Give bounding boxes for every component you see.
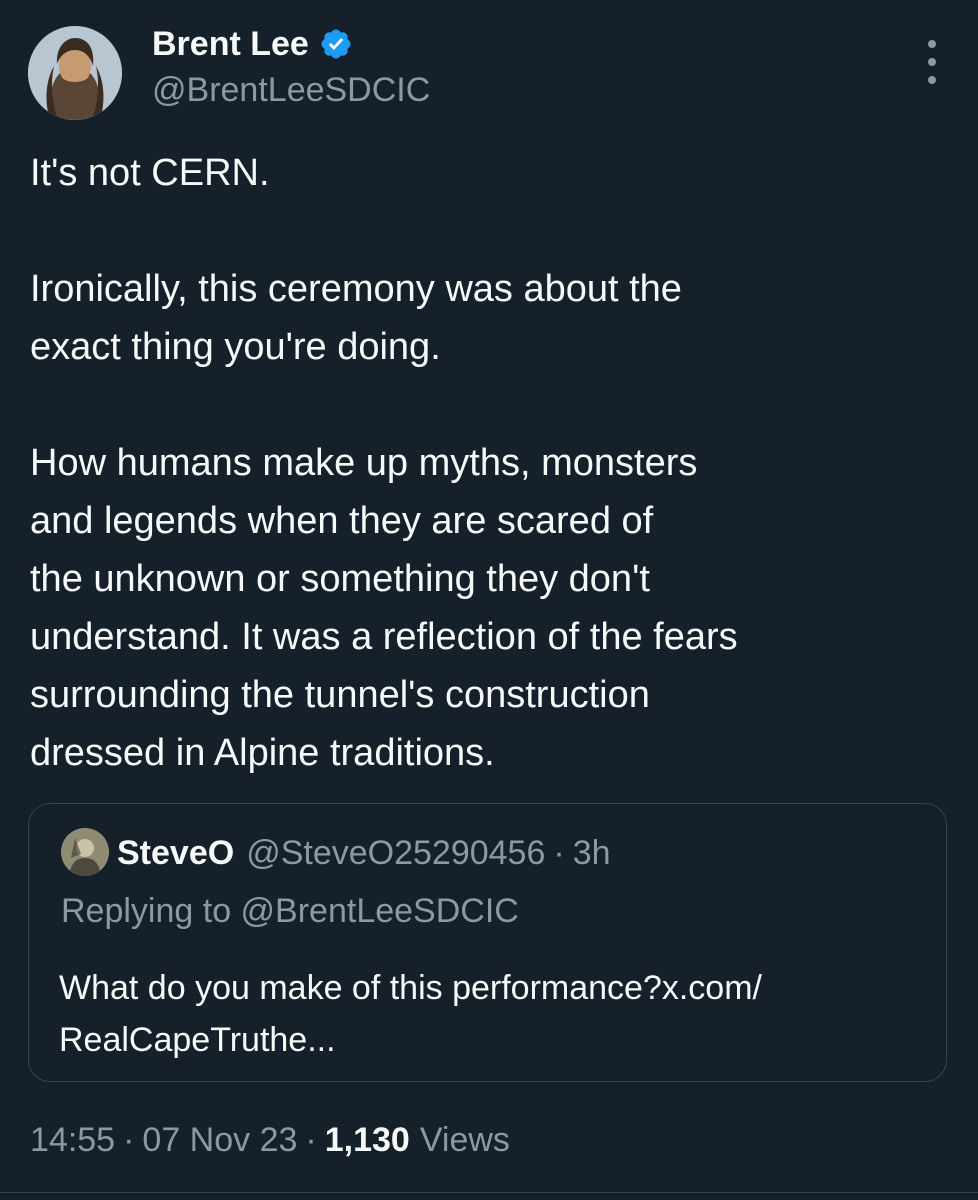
more-dot (928, 76, 936, 84)
avatar-portrait-image (28, 26, 122, 120)
tweet-text: It's not CERN. Ironically, this ceremony… (30, 144, 950, 782)
views-label[interactable]: Views (420, 1118, 510, 1162)
tweet-paragraph: It's not CERN. (30, 152, 270, 194)
divider (0, 1192, 978, 1193)
quoted-tweet-time[interactable]: 3h (573, 832, 611, 874)
tweet-time[interactable]: 14:55 (30, 1118, 115, 1162)
quoted-tweet-header: SteveO @SteveO25290456 · 3h (117, 832, 611, 874)
more-options-icon[interactable] (912, 40, 952, 84)
quoted-tweet-text: What do you make of this performance?x.c… (59, 969, 762, 1059)
tweet-detail: Brent Lee @BrentLeeSDCIC It's not CERN. … (0, 0, 978, 1200)
tweet-meta: 14:55 · 07 Nov 23 · 1,130 Views (30, 1118, 510, 1162)
author-avatar[interactable] (28, 26, 122, 120)
quoted-author-handle[interactable]: @SteveO25290456 (246, 832, 545, 874)
more-dot (928, 40, 936, 48)
author-handle[interactable]: @BrentLeeSDCIC (152, 70, 430, 110)
quoted-avatar-image (61, 828, 109, 876)
verified-badge-icon (321, 29, 351, 59)
tweet-paragraph: How humans make up myths, monsters and l… (30, 442, 738, 774)
separator-dot: · (305, 1121, 317, 1159)
tweet-paragraph: Ironically, this ceremony was about the … (30, 268, 682, 368)
separator-dot: · (553, 834, 565, 872)
author-name[interactable]: Brent Lee (152, 24, 353, 64)
views-count[interactable]: 1,130 (325, 1118, 410, 1162)
quoted-author-avatar[interactable] (61, 828, 109, 876)
quoted-author-name[interactable]: SteveO (117, 832, 234, 874)
author-name-text: Brent Lee (152, 25, 309, 63)
quoted-tweet-card[interactable]: SteveO @SteveO25290456 · 3h Replying to … (28, 803, 947, 1082)
tweet-date[interactable]: 07 Nov 23 (142, 1118, 297, 1162)
separator-dot: · (123, 1121, 135, 1159)
replying-to-label: Replying to @BrentLeeSDCIC (61, 892, 519, 930)
more-dot (928, 58, 936, 66)
